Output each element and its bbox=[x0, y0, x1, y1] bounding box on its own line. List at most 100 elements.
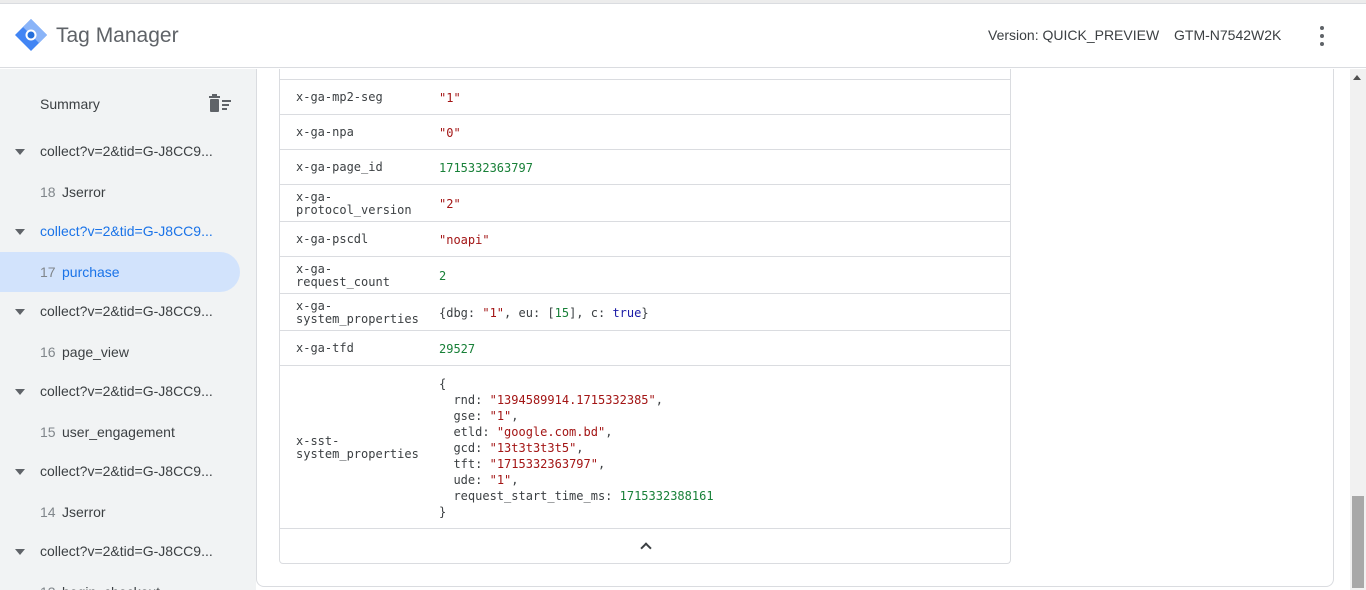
page-scrollbar[interactable] bbox=[1350, 69, 1366, 590]
event-number: 17 bbox=[40, 264, 56, 280]
param-key: x-ga- protocol_version bbox=[296, 190, 412, 217]
table-row: x-ga-npa "0" bbox=[280, 115, 1010, 150]
object-value: "google.com.bd" bbox=[496, 425, 606, 439]
param-value: 29527 bbox=[439, 342, 476, 356]
caret-down-icon[interactable] bbox=[15, 309, 25, 315]
request-item[interactable]: collect?v=2&tid=G-J8CC9... bbox=[0, 532, 256, 572]
sidebar: Summary collect?v=2&tid=G-J8CC9... 18 Jser… bbox=[0, 69, 256, 590]
object-key: tft bbox=[453, 457, 476, 471]
event-item[interactable]: 14 Jserror bbox=[0, 492, 256, 532]
version-label: Version: QUICK_PREVIEW bbox=[988, 27, 1160, 43]
object-line: request_start_time_ms: 1715332388161 bbox=[453, 489, 714, 503]
more-vert-icon[interactable] bbox=[1308, 22, 1336, 50]
object-line: tft: "1715332363797", bbox=[453, 457, 606, 471]
request-label: collect?v=2&tid=G-J8CC9... bbox=[40, 383, 213, 399]
request-params-table: x-ga-mp2-seg "1" x-ga-npa "0" x-ga-page_id 17… bbox=[279, 69, 1011, 564]
event-name: user_engagement bbox=[62, 424, 175, 440]
event-item[interactable]: 15 user_engagement bbox=[0, 412, 256, 452]
param-value: "1" bbox=[439, 91, 461, 105]
event-item[interactable]: 18 Jserror bbox=[0, 172, 256, 212]
request-label: collect?v=2&tid=G-J8CC9... bbox=[40, 303, 213, 319]
request-item[interactable]: collect?v=2&tid=G-J8CC9... bbox=[0, 372, 256, 412]
request-item[interactable]: collect?v=2&tid=G-J8CC9... bbox=[0, 452, 256, 492]
table-row: x-ga- system_properties {dbg: "1", eu: [1… bbox=[280, 294, 1010, 331]
request-label: collect?v=2&tid=G-J8CC9... bbox=[40, 543, 213, 559]
table-row: x-ga-mp2-seg "1" bbox=[280, 80, 1010, 115]
param-key: x-sst- system_properties bbox=[296, 434, 419, 461]
table-row: x-ga-tfd 29527 bbox=[280, 331, 1010, 366]
app-header: Tag Manager Version: QUICK_PREVIEW GTM-N… bbox=[0, 4, 1366, 68]
event-number: 13 bbox=[40, 584, 56, 590]
event-name: purchase bbox=[62, 264, 120, 280]
object-value: "1715332363797" bbox=[489, 457, 598, 471]
param-key: x-ga-npa bbox=[296, 125, 354, 139]
table-row: x-ga- request_count 2 bbox=[280, 257, 1010, 294]
request-label: collect?v=2&tid=G-J8CC9... bbox=[40, 463, 213, 479]
object-value: 1715332388161 bbox=[619, 489, 714, 503]
object-line: ude: "1", bbox=[453, 473, 519, 487]
table-row: x-ga- protocol_version "2" bbox=[280, 185, 1010, 222]
event-number: 18 bbox=[40, 184, 56, 200]
param-key: x-ga- request_count bbox=[296, 262, 390, 289]
param-key: x-ga-page_id bbox=[296, 160, 383, 174]
caret-down-icon[interactable] bbox=[15, 549, 25, 555]
event-item[interactable]: 17 purchase bbox=[0, 252, 240, 292]
object-line: etld: "google.com.bd", bbox=[453, 425, 613, 439]
request-label: collect?v=2&tid=G-J8CC9... bbox=[40, 143, 213, 159]
request-item[interactable]: collect?v=2&tid=G-J8CC9... bbox=[0, 292, 256, 332]
scroll-up-arrow-icon[interactable] bbox=[1353, 75, 1361, 80]
event-name: Jserror bbox=[62, 184, 106, 200]
object-value: "13t3t3t3t5" bbox=[489, 441, 577, 455]
param-key: x-ga-pscdl bbox=[296, 232, 369, 246]
app-title: Tag Manager bbox=[56, 24, 179, 47]
event-name: begin_checkout bbox=[62, 584, 160, 590]
event-item[interactable]: 16 page_view bbox=[0, 332, 256, 372]
event-name: page_view bbox=[62, 344, 129, 360]
event-number: 16 bbox=[40, 344, 56, 360]
caret-down-icon[interactable] bbox=[15, 469, 25, 475]
table-row: x-ga-pscdl "noapi" bbox=[280, 222, 1010, 257]
object-value: "1" bbox=[489, 473, 512, 487]
param-value: {dbg: "1", eu: [15], c: true} bbox=[439, 306, 649, 320]
object-key: gcd bbox=[453, 441, 476, 455]
object-value: "1394589914.1715332385" bbox=[489, 393, 656, 407]
table-row-partial bbox=[280, 69, 1010, 80]
object-key: gse bbox=[453, 409, 476, 423]
caret-down-icon[interactable] bbox=[15, 149, 25, 155]
param-key: x-ga- system_properties bbox=[296, 299, 419, 326]
sidebar-summary[interactable]: Summary bbox=[40, 96, 100, 112]
caret-down-icon[interactable] bbox=[15, 389, 25, 395]
param-key: x-ga-mp2-seg bbox=[296, 90, 383, 104]
caret-down-icon[interactable] bbox=[15, 229, 25, 235]
event-name: Jserror bbox=[62, 504, 106, 520]
object-key: rnd bbox=[453, 393, 476, 407]
request-item[interactable]: collect?v=2&tid=G-J8CC9... bbox=[0, 132, 256, 172]
container-id: GTM-N7542W2K bbox=[1174, 27, 1282, 43]
object-line: gcd: "13t3t3t3t5", bbox=[453, 441, 584, 455]
object-line: rnd: "1394589914.1715332385", bbox=[453, 393, 663, 407]
param-value: "noapi" bbox=[439, 233, 490, 247]
request-item[interactable]: collect?v=2&tid=G-J8CC9... bbox=[0, 212, 256, 252]
param-value: 2 bbox=[439, 269, 447, 283]
scrollbar-thumb[interactable] bbox=[1352, 496, 1364, 588]
object-key: etld bbox=[453, 425, 483, 439]
brace-open: { bbox=[439, 377, 447, 391]
object-key: request_start_time_ms bbox=[453, 489, 606, 503]
table-row: x-sst- system_properties { rnd: "13945899… bbox=[280, 366, 1010, 529]
brace-close: } bbox=[439, 505, 447, 519]
request-label: collect?v=2&tid=G-J8CC9... bbox=[40, 223, 213, 239]
object-line: gse: "1", bbox=[453, 409, 519, 423]
param-value: "0" bbox=[439, 126, 461, 140]
clear-all-icon[interactable] bbox=[208, 94, 232, 114]
param-value: 1715332363797 bbox=[439, 161, 533, 175]
chevron-up-icon[interactable] bbox=[638, 539, 654, 553]
object-value: "1" bbox=[489, 409, 512, 423]
param-value: "2" bbox=[439, 197, 461, 211]
param-key: x-ga-tfd bbox=[296, 341, 354, 355]
event-item[interactable]: 13 begin_checkout bbox=[0, 572, 256, 590]
event-number: 14 bbox=[40, 504, 56, 520]
event-number: 15 bbox=[40, 424, 56, 440]
gtm-logo-icon bbox=[15, 19, 47, 51]
table-row: x-ga-page_id 1715332363797 bbox=[280, 150, 1010, 185]
object-key: ude bbox=[453, 473, 476, 487]
